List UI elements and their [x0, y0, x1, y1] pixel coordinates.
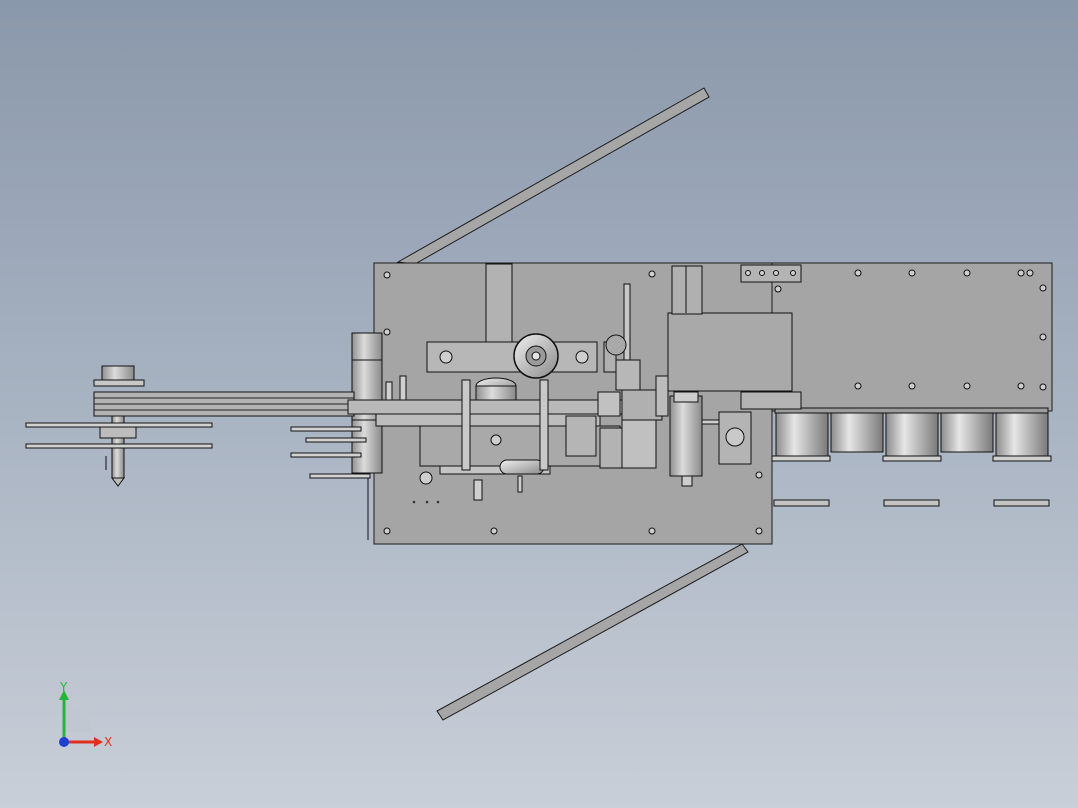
motor-box [667, 312, 793, 392]
upper-guide-rail [396, 87, 710, 265]
coordinate-triad: Y X [40, 680, 130, 760]
motor-foot [740, 391, 802, 410]
x-axis-arrow [94, 737, 103, 747]
motor-mount [671, 265, 703, 315]
x-axis-label: X [104, 735, 112, 749]
lower-guide-rail [436, 543, 749, 721]
z-axis-dot [59, 737, 69, 747]
assembly-model[interactable] [0, 0, 1078, 808]
roller-row [771, 407, 1052, 462]
triad-arc [64, 704, 92, 732]
cad-viewport[interactable]: Y X [0, 0, 1078, 808]
y-axis-label: Y [59, 680, 68, 694]
feed-rods [25, 422, 371, 479]
vertical-post [485, 263, 513, 345]
roller-flanges [773, 499, 1050, 507]
